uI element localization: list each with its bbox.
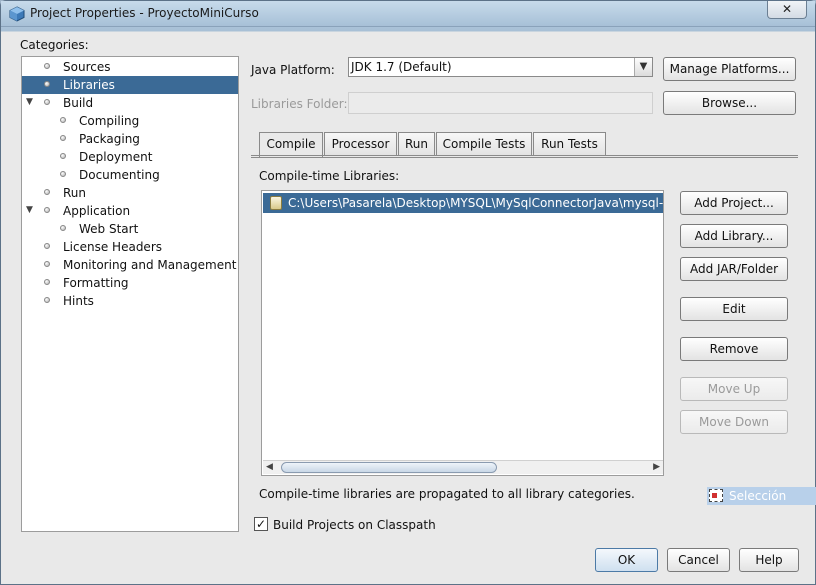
selection-label: Selección xyxy=(729,489,787,503)
move-down-button[interactable]: Move Down xyxy=(680,410,788,434)
tree-item-label: Deployment xyxy=(79,150,153,164)
tree-item-compiling[interactable]: Compiling xyxy=(22,112,238,130)
selection-tool-overlay[interactable]: Selección xyxy=(707,487,816,505)
tab-divider xyxy=(251,155,798,158)
tree-item-application[interactable]: ▼ Application xyxy=(22,202,238,220)
tree-item-label: Sources xyxy=(63,60,111,74)
node-bullet-icon xyxy=(60,117,66,123)
tree-item-label: Documenting xyxy=(79,168,160,182)
compile-libraries-list[interactable]: C:\Users\Pasarela\Desktop\MYSQL\MySqlCon… xyxy=(261,190,664,476)
move-up-button[interactable]: Move Up xyxy=(680,377,788,401)
tree-item-license-headers[interactable]: License Headers xyxy=(22,238,238,256)
add-jar-folder-button[interactable]: Add JAR/Folder xyxy=(680,257,788,281)
title-bar[interactable]: Project Properties - ProyectoMiniCurso ✕ xyxy=(1,1,815,27)
libraries-folder-label: Libraries Folder: xyxy=(251,97,348,111)
build-on-classpath-label: Build Projects on Classpath xyxy=(273,518,436,532)
build-on-classpath-checkbox[interactable]: ✓ xyxy=(254,517,268,531)
horizontal-scrollbar[interactable]: ◀ ▶ xyxy=(263,460,663,474)
java-platform-select[interactable]: JDK 1.7 (Default) ▼ xyxy=(348,57,653,77)
node-bullet-icon xyxy=(44,297,50,303)
tree-item-label: Compiling xyxy=(79,114,140,128)
project-properties-dialog: Project Properties - ProyectoMiniCurso ✕… xyxy=(0,0,816,585)
categories-tree[interactable]: Sources Libraries ▼ Build Compiling Pack… xyxy=(21,56,239,532)
tab-processor[interactable]: Processor xyxy=(324,132,397,156)
node-bullet-icon xyxy=(44,189,50,195)
manage-platforms-button[interactable]: Manage Platforms... xyxy=(663,57,796,81)
java-platform-value: JDK 1.7 (Default) xyxy=(351,60,452,74)
dropdown-arrow-icon[interactable]: ▼ xyxy=(634,58,652,76)
tree-item-label: Hints xyxy=(63,294,94,308)
collapse-triangle-icon[interactable]: ▼ xyxy=(26,98,33,107)
tree-item-deployment[interactable]: Deployment xyxy=(22,148,238,166)
tab-compile-tests[interactable]: Compile Tests xyxy=(436,132,532,156)
jar-file-icon xyxy=(270,196,282,210)
scrollbar-thumb[interactable] xyxy=(281,462,497,473)
node-bullet-icon xyxy=(44,261,50,267)
help-button[interactable]: Help xyxy=(739,548,799,572)
tree-item-hints[interactable]: Hints xyxy=(22,292,238,310)
tree-item-run[interactable]: Run xyxy=(22,184,238,202)
propagation-note: Compile-time libraries are propagated to… xyxy=(259,487,635,501)
java-platform-label: Java Platform: xyxy=(251,63,335,77)
tree-item-label: Application xyxy=(63,204,131,218)
close-button[interactable]: ✕ xyxy=(767,1,807,19)
tree-item-label: Web Start xyxy=(79,222,139,236)
browse-button[interactable]: Browse... xyxy=(663,91,796,115)
list-item[interactable]: C:\Users\Pasarela\Desktop\MYSQL\MySqlCon… xyxy=(263,193,663,213)
netbeans-cube-icon xyxy=(9,6,25,22)
compile-libraries-label: Compile-time Libraries: xyxy=(259,169,400,183)
node-bullet-icon xyxy=(60,135,66,141)
categories-label: Categories: xyxy=(20,38,89,52)
tree-item-sources[interactable]: Sources xyxy=(22,58,238,76)
tree-item-web-start[interactable]: Web Start xyxy=(22,220,238,238)
tree-item-libraries[interactable]: Libraries xyxy=(22,76,238,94)
tree-item-label: Monitoring and Management xyxy=(63,258,237,272)
tab-compile[interactable]: Compile xyxy=(259,132,323,157)
selection-icon xyxy=(709,489,723,502)
node-bullet-icon xyxy=(60,225,66,231)
node-bullet-icon xyxy=(44,99,50,105)
libraries-folder-field xyxy=(348,92,653,114)
add-library-button[interactable]: Add Library... xyxy=(680,224,788,248)
collapse-triangle-icon[interactable]: ▼ xyxy=(26,206,33,215)
tab-run[interactable]: Run xyxy=(398,132,435,156)
ok-button[interactable]: OK xyxy=(595,548,658,572)
tree-item-label: License Headers xyxy=(63,240,162,254)
cancel-button[interactable]: Cancel xyxy=(667,548,730,572)
node-bullet-icon xyxy=(44,81,50,87)
tree-item-label: Run xyxy=(63,186,87,200)
node-bullet-icon xyxy=(44,279,50,285)
node-bullet-icon xyxy=(44,63,50,69)
node-bullet-icon xyxy=(44,243,50,249)
node-bullet-icon xyxy=(44,207,50,213)
tree-item-documenting[interactable]: Documenting xyxy=(22,166,238,184)
node-bullet-icon xyxy=(60,171,66,177)
window-title: Project Properties - ProyectoMiniCurso xyxy=(30,6,259,20)
library-path: C:\Users\Pasarela\Desktop\MYSQL\MySqlCon… xyxy=(288,196,663,210)
tree-item-monitoring[interactable]: Monitoring and Management xyxy=(22,256,238,274)
edit-button[interactable]: Edit xyxy=(680,297,788,321)
tree-item-build[interactable]: ▼ Build xyxy=(22,94,238,112)
tree-item-label: Formatting xyxy=(63,276,129,290)
add-project-button[interactable]: Add Project... xyxy=(680,191,788,215)
tree-item-label: Packaging xyxy=(79,132,140,146)
node-bullet-icon xyxy=(60,153,66,159)
tree-item-formatting[interactable]: Formatting xyxy=(22,274,238,292)
scroll-right-icon[interactable]: ▶ xyxy=(653,462,660,472)
tree-item-label: Build xyxy=(63,96,94,110)
tree-item-label: Libraries xyxy=(63,78,115,92)
remove-button[interactable]: Remove xyxy=(680,337,788,361)
tab-run-tests[interactable]: Run Tests xyxy=(533,132,606,156)
scroll-left-icon[interactable]: ◀ xyxy=(266,462,273,472)
tree-item-packaging[interactable]: Packaging xyxy=(22,130,238,148)
